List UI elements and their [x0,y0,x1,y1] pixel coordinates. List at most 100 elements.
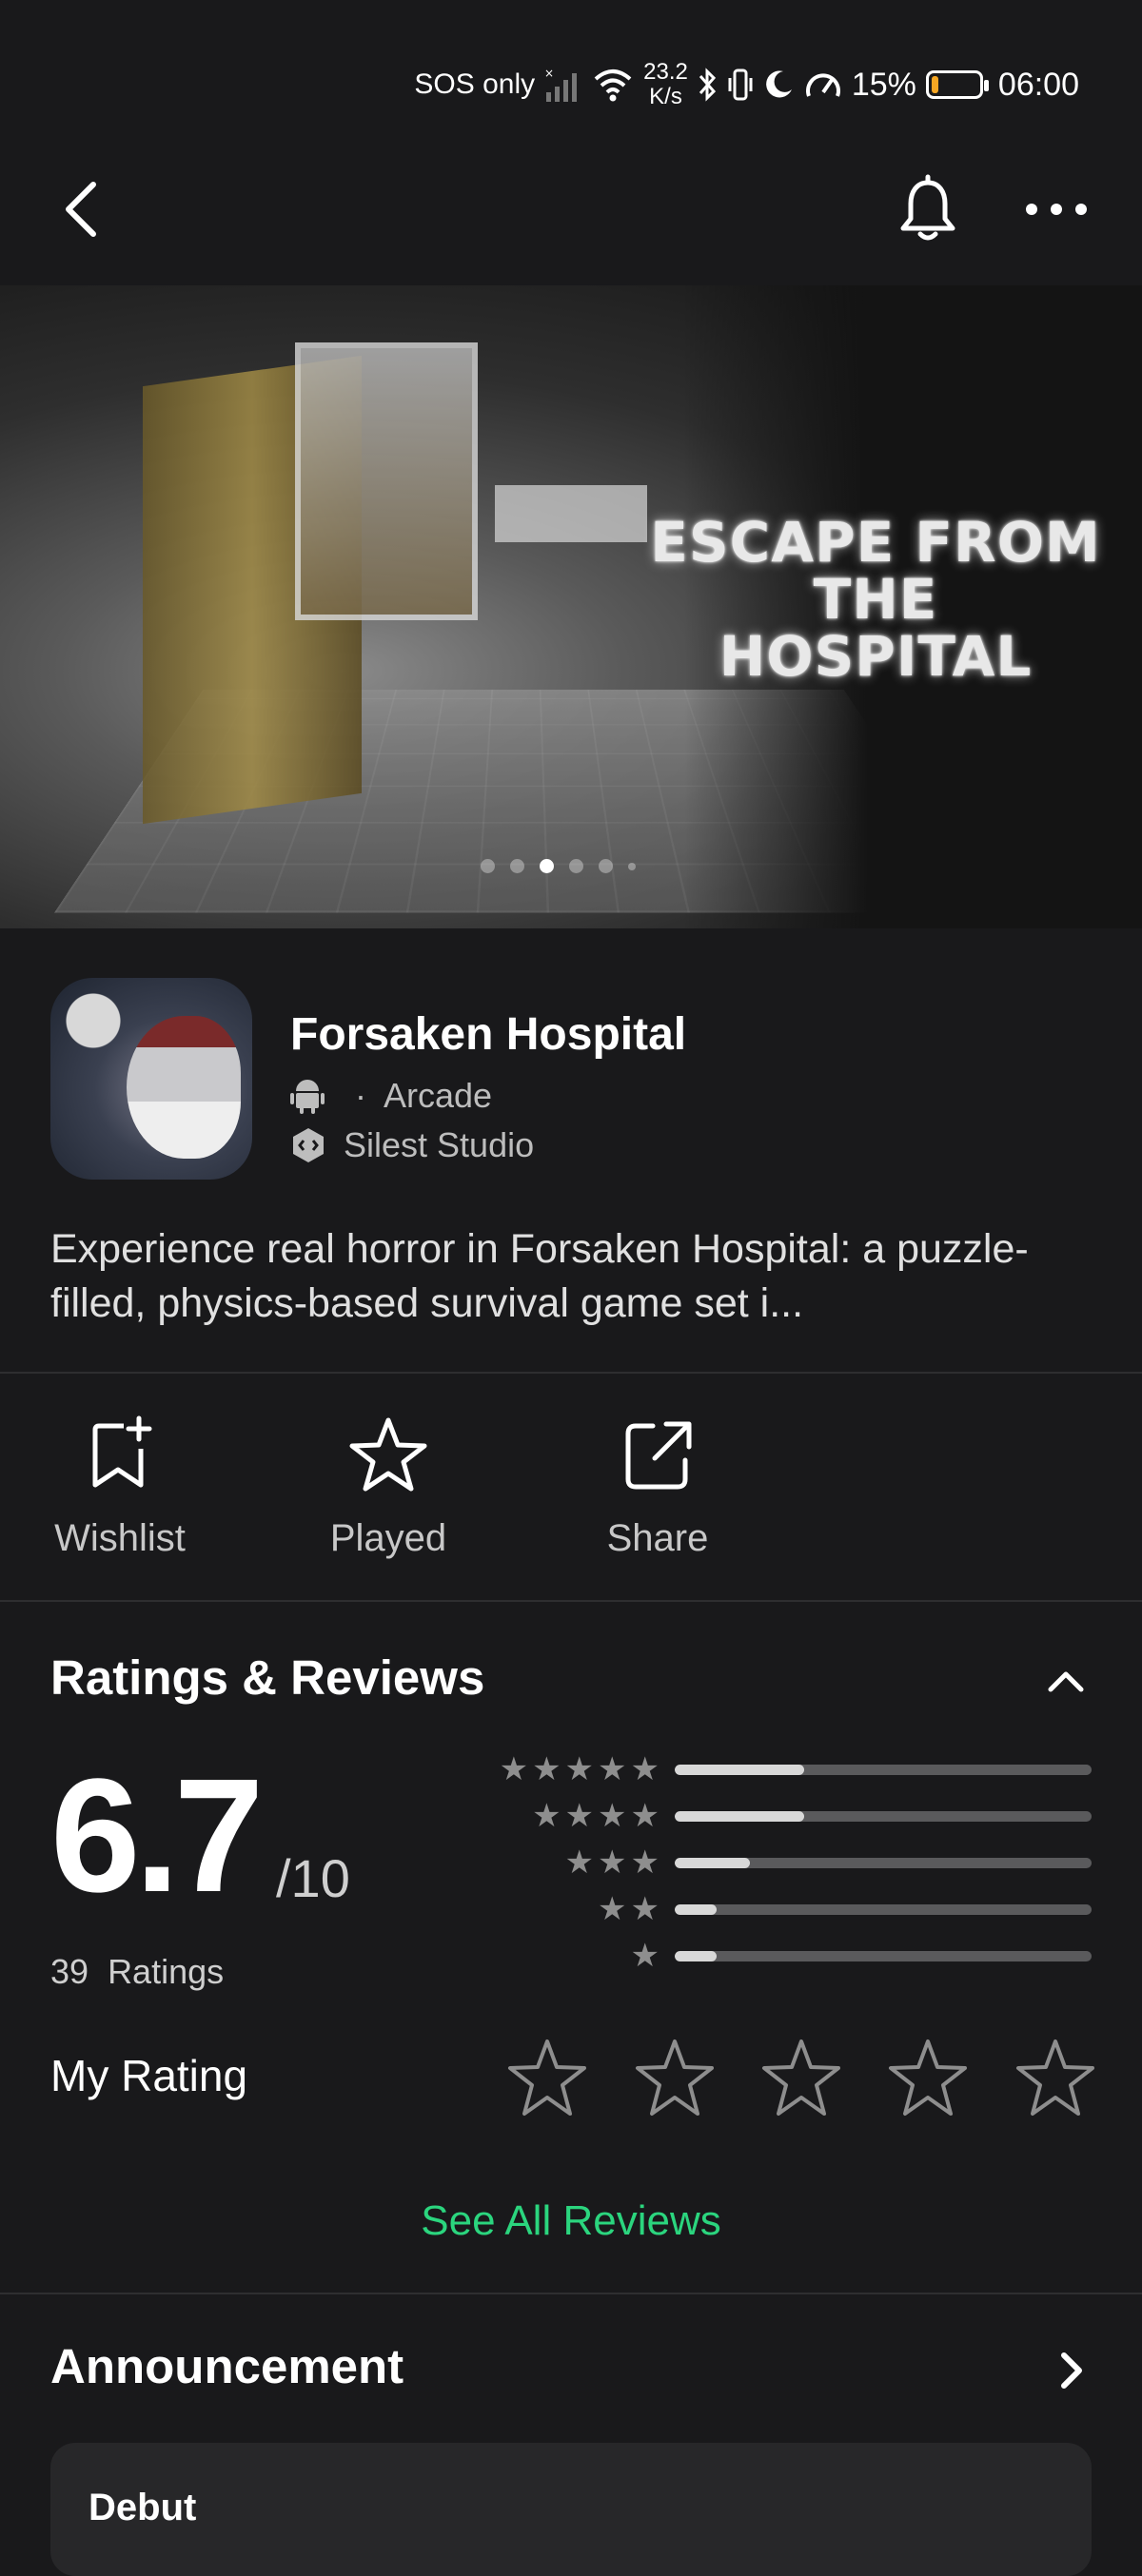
app-title: Forsaken Hospital [290,1008,686,1061]
announcement-card[interactable]: Debut [50,2443,1092,2576]
my-rating-label: My Rating [50,2050,247,2101]
battery-percent: 15% [852,67,916,104]
distribution-stars: ★ ★ ★ [565,1848,660,1877]
my-rating-star-3[interactable] [758,2036,844,2121]
wishlist-label: Wishlist [25,1517,215,1560]
status-bar: SOS only × 23.2 K/s 15% 06:00 [0,0,1142,171]
star-filled-icon: ★ [565,1755,594,1784]
star-filled-icon: ★ [631,1848,660,1877]
notification-button[interactable] [890,171,966,247]
distribution-bar [675,1858,1092,1868]
more-horizontal-icon [1018,171,1094,247]
share-label: Share [562,1517,753,1560]
hero-title-line: HOSPITAL [628,628,1123,685]
collapse-ratings-button[interactable] [1037,1657,1094,1705]
chevron-up-icon [1037,1657,1094,1705]
announcement-title: Announcement [50,2338,404,2394]
network-speed: 23.2 K/s [643,60,688,109]
battery-icon [926,70,983,99]
divider [0,1600,1142,1602]
played-button[interactable]: Played [293,1408,483,1579]
more-options-button[interactable] [1018,171,1094,247]
share-button[interactable]: Share [562,1408,753,1579]
hero-title: ESCAPE FROM THE HOSPITAL [628,514,1123,685]
star-filled-icon: ★ [565,1848,594,1877]
network-speed-value: 23.2 [643,60,688,85]
my-rating-star-5[interactable] [1013,2036,1098,2121]
my-rating-star-2[interactable] [632,2036,718,2121]
star-filled-icon: ★ [631,1755,660,1784]
chevron-right-icon [1047,2342,1094,2399]
carrier-label: SOS only [414,68,535,101]
distribution-bar-fill [675,1951,717,1961]
star-outline-icon [758,2036,844,2121]
star-filled-icon: ★ [631,1942,660,1970]
bookmark-plus-icon [82,1413,158,1498]
hero-title-line: THE [628,571,1123,628]
carousel-dot [599,859,613,873]
studio-badge-icon [290,1126,326,1164]
app-meta-platform-genre: · Arcade [290,1075,492,1117]
played-label: Played [293,1517,483,1560]
ratings-count-label: Ratings [108,1952,224,1991]
my-rating-star-1[interactable] [504,2036,590,2121]
distribution-row-3-star: ★ ★ ★ [565,1848,1092,1877]
distribution-row-5-star: ★ ★ ★ ★ ★ [500,1755,1092,1784]
star-filled-icon: ★ [631,1895,660,1923]
hero-title-line: ESCAPE FROM [628,514,1123,571]
star-filled-icon: ★ [565,1802,594,1830]
distribution-bar [675,1811,1092,1822]
android-icon [290,1078,325,1114]
moon-icon [762,68,795,101]
average-score: 6.7 [50,1755,258,1917]
star-filled-icon: ★ [500,1755,528,1784]
bluetooth-icon [698,67,719,103]
distribution-row-4-star: ★ ★ ★ ★ [532,1802,1092,1830]
chevron-left-icon [48,171,114,247]
hero-art-table [495,485,647,542]
hero-carousel[interactable]: ESCAPE FROM THE HOSPITAL [0,285,1142,928]
share-icon [615,1413,700,1498]
carousel-dot [481,859,495,873]
distribution-stars: ★ ★ ★ ★ [532,1802,660,1830]
star-outline-icon [885,2036,971,2121]
distribution-stars: ★ [631,1942,660,1970]
star-filled-icon: ★ [631,1802,660,1830]
network-speed-unit: K/s [643,85,688,109]
bell-icon [890,171,966,247]
see-all-reviews-link[interactable]: See All Reviews [0,2197,1142,2245]
app-meta-developer[interactable]: Silest Studio [290,1124,534,1166]
svg-text:×: × [544,67,554,80]
distribution-bar [675,1904,1092,1915]
distribution-stars: ★ ★ [598,1895,660,1923]
star-filled-icon: ★ [532,1802,561,1830]
wifi-icon [592,66,634,104]
star-outline-icon [632,2036,718,2121]
ratings-count: 39 Ratings [50,1952,224,1992]
star-filled-icon: ★ [598,1895,626,1923]
distribution-row-2-star: ★ ★ [598,1895,1092,1923]
hero-art-cabinet [295,342,478,620]
star-filled-icon: ★ [532,1755,561,1784]
vibrate-icon [728,67,753,103]
distribution-bar-fill [675,1765,804,1775]
star-filled-icon: ★ [598,1802,626,1830]
my-rating-star-4[interactable] [885,2036,971,2121]
star-outline-icon [1013,2036,1098,2121]
ratings-section-title: Ratings & Reviews [50,1649,484,1706]
app-genre: Arcade [384,1076,492,1116]
carousel-dot [540,859,554,873]
announcement-card-title: Debut [89,2487,196,2529]
star-outline-icon [504,2036,590,2121]
cell-signal-icon: × [544,66,582,104]
ratings-count-value: 39 [50,1952,89,1991]
clock: 06:00 [998,67,1079,104]
star-outline-icon [345,1413,431,1498]
app-description[interactable]: Experience real horror in Forsaken Hospi… [50,1222,1097,1331]
distribution-bar-fill [675,1858,750,1868]
back-button[interactable] [48,171,114,247]
carousel-dot [510,859,524,873]
wishlist-button[interactable]: Wishlist [25,1408,215,1579]
announcement-more-button[interactable] [1047,2342,1094,2399]
app-icon [50,978,252,1180]
